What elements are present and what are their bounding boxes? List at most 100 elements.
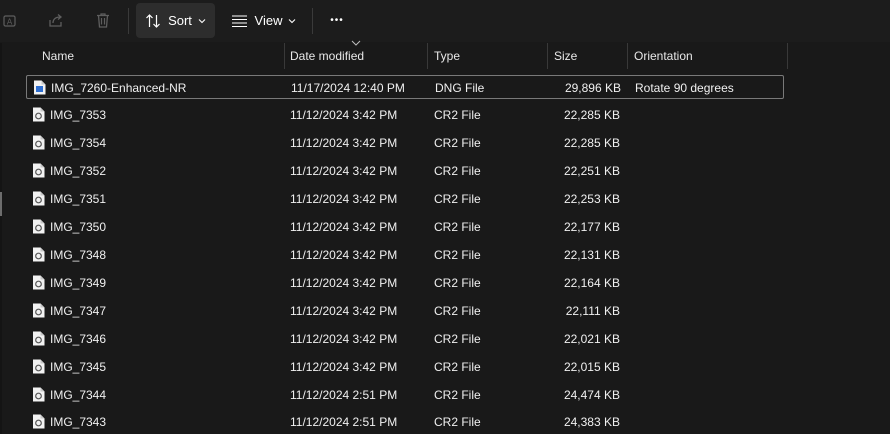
file-date-modified: 11/12/2024 3:42 PM	[290, 332, 398, 346]
file-row[interactable]: IMG_7353 11/12/2024 3:42 PM CR2 File 22,…	[26, 103, 784, 127]
file-size: 24,383 KB	[563, 415, 620, 429]
file-size: 29,896 KB	[564, 81, 621, 95]
file-date-modified: 11/12/2024 3:42 PM	[290, 360, 398, 374]
file-date-modified: 11/12/2024 3:42 PM	[290, 136, 398, 150]
navigation-pane-scroll-indicator[interactable]	[0, 192, 2, 216]
cr2-file-icon	[33, 331, 45, 346]
sort-label: Sort	[168, 13, 192, 28]
file-row[interactable]: IMG_7354 11/12/2024 3:42 PM CR2 File 22,…	[26, 131, 784, 155]
file-type: CR2 File	[434, 248, 481, 262]
toolbar-separator	[128, 8, 129, 34]
column-header-row: Name Date modified Type Size Orientation	[0, 40, 890, 69]
file-date-modified: 11/12/2024 3:42 PM	[290, 192, 398, 206]
file-row[interactable]: IMG_7346 11/12/2024 3:42 PM CR2 File 22,…	[26, 327, 784, 351]
file-row[interactable]: IMG_7260-Enhanced-NR 11/17/2024 12:40 PM…	[26, 75, 784, 99]
file-date-modified: 11/12/2024 3:42 PM	[290, 248, 398, 262]
file-size: 22,177 KB	[563, 220, 620, 234]
column-header-size-label: Size	[554, 49, 578, 63]
rename-button[interactable]: A	[0, 3, 22, 38]
share-button[interactable]	[40, 3, 72, 38]
file-name: IMG_7349	[50, 276, 107, 290]
file-type: CR2 File	[434, 276, 481, 290]
column-header-size[interactable]: Size	[548, 43, 627, 69]
file-name: IMG_7350	[50, 220, 107, 234]
cr2-file-icon	[33, 247, 45, 262]
file-date-modified: 11/12/2024 2:51 PM	[290, 415, 398, 429]
column-header-type[interactable]: Type	[428, 43, 547, 69]
file-name: IMG_7260-Enhanced-NR	[51, 81, 187, 95]
file-size: 22,251 KB	[563, 164, 620, 178]
file-size: 22,285 KB	[563, 136, 620, 150]
file-size: 22,131 KB	[563, 248, 620, 262]
file-size: 22,253 KB	[563, 192, 620, 206]
cr2-file-icon	[33, 275, 45, 290]
command-bar: A Sort View •••	[0, 0, 890, 42]
file-date-modified: 11/12/2024 2:51 PM	[290, 388, 398, 402]
file-size: 22,285 KB	[563, 108, 620, 122]
view-list-icon	[231, 14, 247, 27]
cr2-file-icon	[33, 191, 45, 206]
file-date-modified: 11/12/2024 3:42 PM	[290, 304, 398, 318]
column-header-type-label: Type	[434, 49, 461, 63]
cr2-file-icon	[33, 303, 45, 318]
file-name: IMG_7345	[50, 360, 107, 374]
file-type: CR2 File	[434, 136, 481, 150]
file-row[interactable]: IMG_7348 11/12/2024 3:42 PM CR2 File 22,…	[26, 243, 784, 267]
toolbar-separator	[312, 8, 313, 34]
file-size: 22,015 KB	[563, 360, 620, 374]
dng-file-icon	[34, 80, 46, 95]
file-date-modified: 11/17/2024 12:40 PM	[291, 81, 405, 95]
file-name: IMG_7353	[50, 108, 107, 122]
file-size: 22,021 KB	[563, 332, 620, 346]
more-options-icon: •••	[330, 15, 344, 26]
file-size: 22,111 KB	[565, 304, 620, 318]
cr2-file-icon	[33, 387, 45, 402]
file-date-modified: 11/12/2024 3:42 PM	[290, 276, 398, 290]
view-button[interactable]: View	[222, 3, 305, 38]
file-type: CR2 File	[434, 388, 481, 402]
file-row[interactable]: IMG_7350 11/12/2024 3:42 PM CR2 File 22,…	[26, 215, 784, 239]
chevron-down-icon	[289, 18, 296, 23]
file-date-modified: 11/12/2024 3:42 PM	[290, 220, 398, 234]
file-row[interactable]: IMG_7347 11/12/2024 3:42 PM CR2 File 22,…	[26, 299, 784, 323]
more-options-button[interactable]: •••	[318, 3, 356, 38]
file-name: IMG_7354	[50, 136, 107, 150]
file-type: CR2 File	[434, 108, 481, 122]
file-row[interactable]: IMG_7351 11/12/2024 3:42 PM CR2 File 22,…	[26, 187, 784, 211]
file-name: IMG_7344	[50, 388, 107, 402]
cr2-file-icon	[33, 359, 45, 374]
file-row[interactable]: IMG_7344 11/12/2024 2:51 PM CR2 File 24,…	[26, 383, 784, 407]
file-row[interactable]: IMG_7349 11/12/2024 3:42 PM CR2 File 22,…	[26, 271, 784, 295]
trash-icon	[97, 13, 109, 28]
chevron-down-icon	[198, 18, 206, 23]
column-divider[interactable]	[787, 43, 788, 69]
file-type: CR2 File	[434, 332, 481, 346]
file-row[interactable]: IMG_7352 11/12/2024 3:42 PM CR2 File 22,…	[26, 159, 784, 183]
file-type: CR2 File	[434, 164, 481, 178]
file-date-modified: 11/12/2024 3:42 PM	[290, 108, 398, 122]
file-name: IMG_7352	[50, 164, 107, 178]
column-header-orientation[interactable]: Orientation	[628, 43, 787, 69]
cr2-file-icon	[33, 414, 45, 429]
cr2-file-icon	[33, 135, 45, 150]
file-row[interactable]: IMG_7343 11/12/2024 2:51 PM CR2 File 24,…	[26, 410, 784, 434]
file-row[interactable]: IMG_7345 11/12/2024 3:42 PM CR2 File 22,…	[26, 355, 784, 379]
file-name: IMG_7343	[50, 415, 107, 429]
file-type: CR2 File	[434, 192, 481, 206]
cr2-file-icon	[33, 107, 45, 122]
file-name: IMG_7346	[50, 332, 107, 346]
file-size: 22,164 KB	[563, 276, 620, 290]
file-type: CR2 File	[434, 415, 481, 429]
column-header-name[interactable]: Name	[36, 43, 284, 69]
delete-button[interactable]	[86, 3, 120, 38]
column-header-name-label: Name	[42, 49, 75, 63]
file-type: CR2 File	[434, 304, 481, 318]
cr2-file-icon	[33, 163, 45, 178]
column-header-date-modified[interactable]: Date modified	[284, 40, 427, 69]
file-name: IMG_7348	[50, 248, 107, 262]
rename-icon: A	[3, 14, 16, 27]
svg-text:A: A	[7, 17, 13, 26]
column-header-date-label: Date modified	[290, 49, 365, 63]
sort-button[interactable]: Sort	[136, 3, 215, 38]
file-type: CR2 File	[434, 220, 481, 234]
